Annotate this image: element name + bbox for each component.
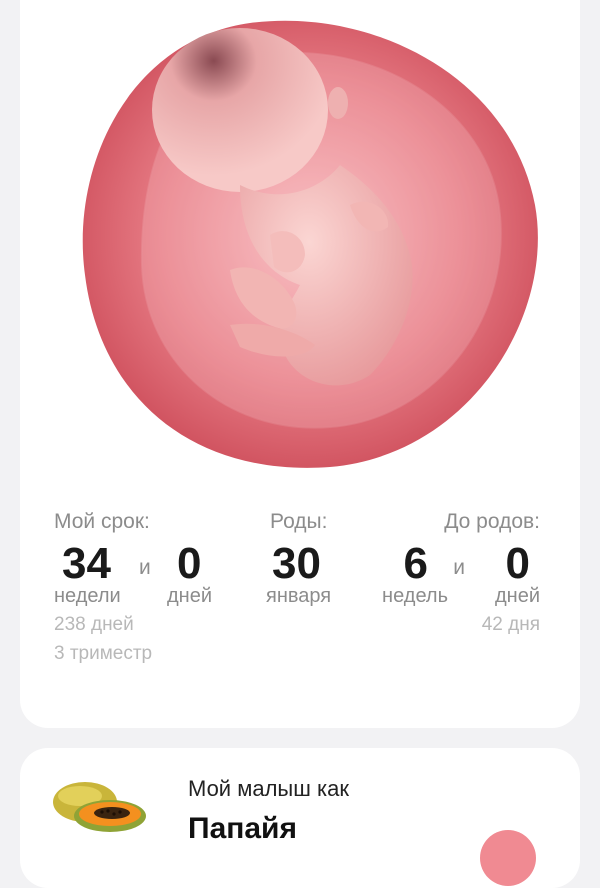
until-weeks-unit: недель — [382, 585, 448, 607]
until-days-value: 0 — [505, 539, 530, 588]
until-total-days: 42 дня — [481, 614, 540, 635]
baby-size-fruit: Папайя — [188, 812, 297, 845]
action-button[interactable] — [480, 830, 536, 886]
baby-size-label: Мой малыш как — [188, 776, 349, 801]
term-weeks-unit: недели — [54, 585, 121, 607]
birth-day: 30 — [272, 539, 321, 588]
term-weeks-value: 34 — [62, 539, 111, 588]
term-days-unit: дней — [167, 585, 213, 607]
baby-size-card[interactable]: Мой малыш как Папайя — [20, 748, 580, 888]
pregnancy-card: Мой срок: 34 и 0 недели дней 238 дней 3 … — [20, 0, 580, 728]
until-connector: и — [453, 556, 465, 579]
until-days-unit: дней — [494, 585, 540, 607]
term-total-days: 238 дней — [54, 614, 134, 635]
term-connector: и — [139, 556, 151, 579]
fetus-illustration — [70, 15, 540, 470]
term-trimester: 3 триместр — [54, 643, 153, 664]
birth-label: Роды: — [270, 510, 328, 533]
birth-month: января — [266, 585, 332, 607]
until-label: До родов: — [444, 510, 540, 533]
term-label: Мой срок: — [54, 510, 150, 533]
until-weeks-value: 6 — [403, 539, 428, 588]
term-days-value: 0 — [177, 539, 202, 588]
papaya-icon — [53, 782, 146, 832]
